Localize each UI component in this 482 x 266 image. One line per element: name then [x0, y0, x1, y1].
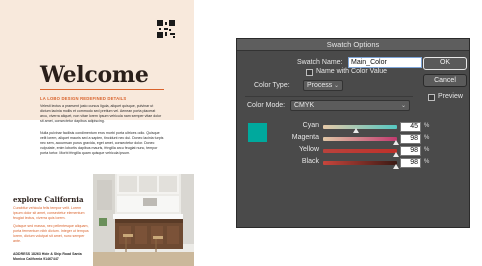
swatch-name-label: Swatch Name:	[297, 59, 343, 66]
color-mode-select[interactable]: CMYK ⌄	[290, 100, 410, 111]
section-paragraph: Curabitur vehicula felis tempor velit. L…	[13, 206, 85, 220]
channel-slider-cyan[interactable]	[323, 125, 397, 129]
section-title: explore California	[13, 195, 84, 204]
channel-value-cyan[interactable]: 45	[400, 122, 421, 132]
swatch-options-dialog: Swatch Options Swatch Name: Main_Color N…	[236, 38, 470, 228]
document-page: Welcome LA LOBO DESIGN REDEFINED DETAILS…	[0, 0, 194, 266]
ok-button[interactable]: OK	[423, 57, 467, 70]
kitchen-photo	[93, 174, 194, 266]
dialog-titlebar[interactable]: Swatch Options	[237, 39, 469, 51]
slider-thumb[interactable]	[392, 152, 399, 157]
cancel-button[interactable]: Cancel	[423, 74, 467, 87]
name-with-color-value-label: Name with Color Value	[316, 68, 388, 75]
section-paragraph: Quisque sed massa, nec pellentesque aliq…	[13, 224, 89, 243]
body-paragraph: Nulla pulvinar facilisis condimentum ero…	[40, 131, 164, 155]
channel-label-cyan: Cyan	[302, 122, 319, 129]
address-block: ADDRESS 18263 Hide & Ship Road Santa Mon…	[13, 252, 82, 261]
name-with-color-value-checkbox[interactable]	[306, 69, 313, 76]
channel-slider-magenta[interactable]	[323, 137, 397, 141]
chevron-down-icon: ⌄	[400, 103, 406, 109]
color-type-select[interactable]: Process ⌄	[303, 80, 343, 91]
channel-label-magenta: Magenta	[291, 134, 319, 141]
color-mode-value: CMYK	[294, 102, 315, 109]
section-divider	[245, 96, 413, 97]
page-margin-band	[0, 120, 40, 174]
channel-label-black: Black	[301, 158, 319, 165]
channel-label-yellow: Yellow	[299, 146, 319, 153]
page-title: Welcome	[40, 62, 149, 88]
color-mode-label: Color Mode:	[247, 102, 286, 109]
swatch-name-field[interactable]: Main_Color	[348, 57, 422, 68]
qr-code	[157, 20, 175, 38]
subheading: LA LOBO DESIGN REDEFINED DETAILS	[40, 96, 127, 101]
channel-value-magenta[interactable]: 98	[400, 134, 421, 144]
channel-value-black[interactable]: 98	[400, 158, 421, 168]
slider-thumb[interactable]	[392, 164, 399, 169]
channel-value-yellow[interactable]: 98	[400, 146, 421, 156]
chevron-down-icon: ⌄	[333, 83, 339, 89]
color-type-value: Process	[307, 82, 333, 89]
dialog-title: Swatch Options	[326, 40, 380, 49]
preview-checkbox[interactable]	[428, 94, 435, 101]
channel-slider-black[interactable]	[323, 161, 397, 165]
percent-label: %	[424, 123, 430, 129]
channel-slider-yellow[interactable]	[323, 149, 397, 153]
percent-label: %	[424, 147, 430, 153]
slider-thumb[interactable]	[392, 140, 399, 145]
page-header-background	[0, 0, 194, 120]
slider-thumb[interactable]	[353, 128, 360, 133]
preview-label: Preview	[438, 93, 463, 100]
color-type-label: Color Type:	[254, 82, 290, 89]
body-paragraph: Velesti lectus a praesent justo cursus l…	[40, 104, 162, 123]
percent-label: %	[424, 159, 430, 165]
title-divider	[40, 89, 164, 90]
kitchen-illustration	[93, 174, 194, 266]
percent-label: %	[424, 135, 430, 141]
swatch-color-preview	[248, 123, 267, 142]
